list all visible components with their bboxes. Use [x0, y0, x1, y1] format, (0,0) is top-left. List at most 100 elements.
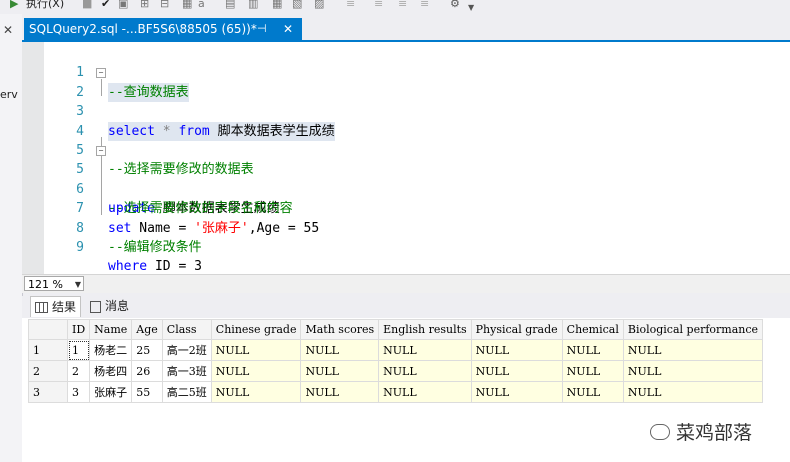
table-cell[interactable]: NULL: [561, 339, 624, 361]
code-line-9: 8 --编辑修改条件: [22, 199, 790, 255]
table-cell[interactable]: NULL: [378, 339, 472, 361]
grid-icon: [35, 302, 48, 313]
table-cell[interactable]: NULL: [622, 381, 764, 403]
table-cell[interactable]: NULL: [378, 381, 472, 403]
table-cell[interactable]: 26: [131, 360, 163, 382]
intellisense-icon[interactable]: ▦: [182, 0, 192, 11]
column-header[interactable]: Physical grade: [470, 319, 563, 340]
table-cell[interactable]: 杨老二: [89, 339, 133, 361]
parse-check-icon[interactable]: ✔: [101, 0, 110, 11]
table-cell[interactable]: 高一2班: [161, 339, 212, 361]
column-header[interactable]: Chemical: [561, 319, 624, 340]
panel-partial-text: erv: [0, 88, 18, 101]
row-number[interactable]: 1: [28, 339, 68, 361]
code-comment: --编辑修改条件: [108, 240, 202, 255]
watermark: 菜鸡部落: [650, 418, 752, 444]
editor-zoom-bar: 121 % ▼: [22, 274, 790, 293]
table-cell[interactable]: NULL: [561, 381, 624, 403]
row-number-header[interactable]: [28, 319, 68, 340]
messages-icon: [90, 300, 101, 313]
execute-button[interactable]: 执行(X): [26, 0, 64, 11]
column-header[interactable]: Name: [89, 319, 133, 340]
panel-close-icon[interactable]: ✕: [3, 23, 13, 37]
table-cell[interactable]: NULL: [210, 360, 302, 382]
table-cell[interactable]: NULL: [470, 381, 563, 403]
wechat-icon: [650, 423, 670, 440]
header-row: ID Name Age Class Chinese grade Math sco…: [28, 319, 764, 340]
table-cell[interactable]: NULL: [300, 339, 380, 361]
results-grid[interactable]: ID Name Age Class Chinese grade Math sco…: [22, 318, 790, 462]
tab-sqlquery2[interactable]: SQLQuery2.sql -...BF5S6\88505 (65))* ⊣ ✕: [24, 18, 302, 40]
table-cell[interactable]: 高二5班: [161, 381, 212, 403]
table-cell[interactable]: 1: [66, 339, 91, 361]
comment-icon[interactable]: ▨: [314, 0, 324, 11]
debug-icon[interactable]: ▣: [118, 0, 128, 11]
table-cell[interactable]: NULL: [378, 360, 472, 382]
toolbar-dropdown-icon[interactable]: ▼: [468, 1, 474, 15]
tab-messages[interactable]: 消息: [86, 296, 133, 316]
chevron-down-icon[interactable]: ▼: [75, 277, 81, 292]
table-cell[interactable]: NULL: [561, 360, 624, 382]
query-options-icon[interactable]: ⊟: [160, 0, 169, 11]
column-header[interactable]: Math scores: [300, 319, 380, 340]
table-cell[interactable]: NULL: [210, 339, 302, 361]
table-cell[interactable]: 3: [66, 381, 91, 403]
table-cell[interactable]: NULL: [622, 360, 764, 382]
result-tabs: 结果 消息: [22, 296, 790, 318]
column-header[interactable]: English results: [378, 319, 472, 340]
line-number: 9: [76, 240, 84, 255]
column-header[interactable]: Biological performance: [622, 319, 764, 340]
tab-messages-label: 消息: [105, 299, 130, 313]
column-header[interactable]: Age: [131, 319, 163, 340]
code-line-7: 6 --选择需要修改的字段名和内容: [22, 160, 790, 216]
settings-icon[interactable]: ⚙: [450, 0, 460, 11]
table-cell[interactable]: 杨老四: [89, 360, 133, 382]
increase-indent-icon[interactable]: ≡: [398, 0, 407, 11]
include-plan-icon[interactable]: ā: [198, 0, 205, 11]
execute-play-icon[interactable]: ▶: [10, 0, 18, 11]
zoom-dropdown[interactable]: 121 % ▼: [24, 276, 84, 291]
table-cell[interactable]: 张麻子: [89, 381, 133, 403]
document-tab-bar: SQLQuery2.sql -...BF5S6\88505 (65))* ⊣ ✕: [22, 14, 790, 42]
row-number[interactable]: 3: [28, 381, 68, 403]
table-cell[interactable]: NULL: [300, 360, 380, 382]
table-cell[interactable]: NULL: [622, 339, 764, 361]
tab-results[interactable]: 结果: [30, 296, 82, 317]
column-header[interactable]: Class: [161, 319, 212, 340]
code-line-6: 5 − update 脚本数据表学生成绩: [22, 141, 790, 216]
results-table: ID Name Age Class Chinese grade Math sco…: [28, 319, 764, 403]
row-number[interactable]: 2: [28, 360, 68, 382]
uncomment-icon[interactable]: ≡: [346, 0, 355, 11]
table-cell[interactable]: NULL: [300, 381, 380, 403]
toolbar: ▶ 执行(X) ■ ✔ ▣ ⊞ ⊟ ▦ ā ▤ ▥ ▦ ▧ ▨ ≡ ≡ ≡ ≡ …: [0, 0, 790, 14]
query-editor[interactable]: 1 --查询数据表 2 − select * from 脚本数据表学生成绩 3 …: [22, 42, 790, 274]
code-where-condition: ID = 3: [147, 259, 202, 275]
table-cell[interactable]: NULL: [470, 339, 563, 361]
table-cell[interactable]: 2: [66, 360, 91, 382]
code-line-4: 4: [22, 102, 790, 139]
tab-close-icon[interactable]: ✕: [283, 18, 293, 40]
table-cell[interactable]: 25: [131, 339, 163, 361]
table-cell[interactable]: 55: [131, 381, 163, 403]
decrease-indent-icon[interactable]: ≡: [374, 0, 383, 11]
fold-collapse-icon[interactable]: −: [96, 68, 106, 79]
display-plan-icon[interactable]: ⊞: [140, 0, 149, 11]
specify-values-icon[interactable]: ≡: [420, 0, 429, 11]
column-header[interactable]: ID: [66, 319, 91, 340]
tab-title: SQLQuery2.sql -...BF5S6\88505 (65))*: [29, 22, 257, 36]
code-line-5: 5 --选择需要修改的数据表: [22, 122, 790, 177]
fold-collapse-icon[interactable]: −: [96, 146, 106, 156]
column-header[interactable]: Chinese grade: [210, 319, 302, 340]
stop-icon[interactable]: ■: [82, 0, 92, 11]
table-cell[interactable]: 高一3班: [161, 360, 212, 382]
table-row: 3 3 张麻子 55 高二5班 NULL NULL NULL NULL NULL…: [28, 381, 764, 403]
table-cell[interactable]: NULL: [470, 360, 563, 382]
code-line-10: 9 where ID = 3: [22, 219, 790, 274]
pin-icon[interactable]: ⊣: [257, 18, 267, 40]
table-cell[interactable]: NULL: [210, 381, 302, 403]
statistics-icon[interactable]: ▤: [225, 0, 235, 11]
results-text-icon[interactable]: ▥: [248, 0, 258, 11]
results-grid-icon[interactable]: ▦: [272, 0, 282, 11]
results-file-icon[interactable]: ▧: [292, 0, 302, 11]
code-line-8: 7 set Name = '张麻子',Age = 55: [22, 180, 790, 235]
